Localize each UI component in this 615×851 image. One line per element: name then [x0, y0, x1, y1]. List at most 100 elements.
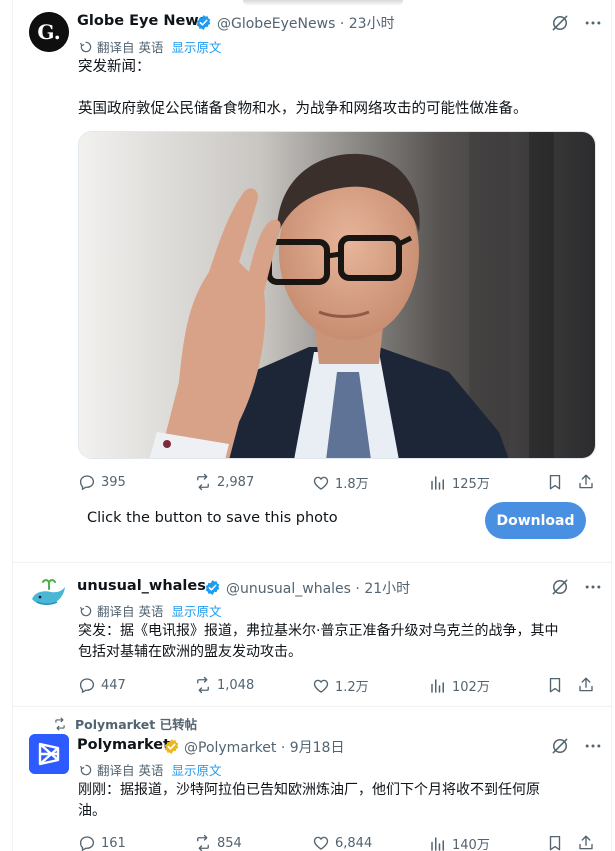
- tweet-text-line: 包括对基辅在欧洲的盟友发动攻击。: [78, 644, 302, 660]
- views-icon: [431, 475, 444, 490]
- verified-badge-icon: [164, 739, 179, 754]
- divider: [13, 562, 613, 563]
- grok-icon[interactable]: [550, 13, 570, 33]
- bookmark-button[interactable]: [546, 676, 564, 694]
- repost-count: 854: [217, 835, 242, 851]
- repost-indicator: Polymarket 已转帖: [53, 714, 197, 733]
- reply-icon: [79, 836, 95, 851]
- share-button[interactable]: [577, 676, 595, 694]
- repost-icon: [197, 676, 209, 694]
- like-button[interactable]: 1.8万: [312, 473, 369, 492]
- grok-icon[interactable]: [550, 577, 570, 597]
- share-icon: [579, 677, 593, 692]
- views-count: 125万: [452, 477, 490, 492]
- whale-logo-icon: [29, 575, 69, 615]
- save-photo-prompt: Click the button to save this photo: [87, 510, 338, 526]
- timestamp[interactable]: 21小时: [364, 581, 410, 597]
- tweet-actions: 447 1,048 1.2万 102万: [13, 676, 613, 696]
- avatar[interactable]: [29, 734, 69, 774]
- like-count: 1.2万: [335, 680, 369, 695]
- share-button[interactable]: [577, 834, 595, 851]
- show-original-link[interactable]: 显示原文: [171, 601, 221, 620]
- grok-icon[interactable]: [550, 736, 570, 756]
- reply-button[interactable]: 447: [78, 676, 126, 694]
- like-button[interactable]: 6,844: [312, 834, 372, 851]
- share-button[interactable]: [577, 473, 595, 491]
- author-name[interactable]: Polymarket: [77, 737, 170, 753]
- author-name[interactable]: unusual_whales: [77, 578, 206, 594]
- repost-icon: [55, 717, 65, 730]
- tweet-actions: 161 854 6,844 140万: [13, 834, 613, 851]
- like-icon: [313, 679, 329, 693]
- author-handle[interactable]: @Polymarket: [184, 740, 276, 756]
- repost-icon: [197, 473, 209, 491]
- tweet-text: 刚刚：据报道，沙特阿拉伯已告知欧洲炼油厂，他们下个月将收不到任何原 油。: [78, 780, 540, 822]
- tweet-text-line: 刚刚：据报道，沙特阿拉伯已告知欧洲炼油厂，他们下个月将收不到任何原: [78, 782, 540, 798]
- views-count: 140万: [452, 838, 490, 851]
- download-button[interactable]: Download: [485, 502, 586, 539]
- translated-from-label: 翻译自 英语: [97, 40, 164, 55]
- more-options-icon[interactable]: [583, 577, 603, 597]
- scroll-shadow: [243, 0, 403, 6]
- avatar[interactable]: G.: [29, 12, 69, 52]
- tweet-text: 突发：据《电讯报》报道，弗拉基米尔·普京正准备升级对乌克兰的战争，其中 包括对基…: [78, 621, 558, 663]
- reply-count: 447: [101, 677, 126, 693]
- timeline-feed: G. Globe Eye News @GlobeEyeNews · 23小时 翻…: [12, 0, 613, 851]
- polymarket-logo-icon: [29, 734, 69, 774]
- views-icon: [431, 836, 444, 851]
- bookmark-button[interactable]: [546, 834, 564, 851]
- like-button[interactable]: 1.2万: [312, 676, 369, 695]
- tweet-text-line: 英国政府敦促公民储备食物和水，为战争和网络攻击的可能性做准备。: [78, 101, 528, 117]
- bookmark-icon: [549, 677, 561, 693]
- bookmark-button[interactable]: [546, 473, 564, 491]
- author-handle[interactable]: @GlobeEyeNews: [217, 16, 335, 32]
- divider: [13, 706, 613, 707]
- tweet-text-line: 油。: [78, 803, 106, 819]
- translate-icon: [80, 764, 92, 775]
- avatar[interactable]: [29, 575, 69, 615]
- verified-badge-icon: [196, 15, 211, 30]
- show-original-link[interactable]: 显示原文: [171, 760, 221, 779]
- repost-button[interactable]: 1,048: [194, 676, 254, 694]
- show-original-link[interactable]: 显示原文: [171, 37, 221, 56]
- like-count: 1.8万: [335, 477, 369, 492]
- more-options-icon[interactable]: [583, 736, 603, 756]
- repost-button[interactable]: 854: [194, 834, 242, 851]
- translate-icon: [80, 605, 92, 616]
- repost-count: 2,987: [217, 474, 255, 490]
- separator: ·: [339, 16, 345, 32]
- share-icon: [579, 474, 593, 489]
- photo-man-glasses: [79, 132, 595, 458]
- reply-button[interactable]: 395: [78, 473, 126, 491]
- views-button[interactable]: 140万: [429, 834, 490, 851]
- reply-icon: [79, 475, 95, 491]
- tweet-actions: 395 2,987 1.8万 125万: [13, 473, 613, 493]
- repost-button[interactable]: 2,987: [194, 473, 254, 491]
- translated-from-label: 翻译自 英语: [97, 604, 164, 619]
- reply-count: 395: [101, 474, 126, 490]
- globe-eye-logo-icon: G.: [29, 12, 69, 52]
- views-count: 102万: [452, 680, 490, 695]
- tweet-text-line: 突发新闻：: [78, 59, 151, 75]
- svg-text:G.: G.: [37, 20, 60, 44]
- author-name[interactable]: Globe Eye News: [77, 13, 207, 29]
- repost-icon: [197, 834, 209, 851]
- reply-count: 161: [101, 835, 126, 851]
- more-options-icon[interactable]: [583, 13, 603, 33]
- views-icon: [431, 678, 444, 693]
- reply-button[interactable]: 161: [78, 834, 126, 851]
- author-handle[interactable]: @unusual_whales: [226, 581, 351, 597]
- tweet-photo[interactable]: [78, 131, 596, 459]
- timestamp[interactable]: 23小时: [349, 16, 395, 32]
- views-button[interactable]: 125万: [429, 473, 490, 492]
- reposted-by-label[interactable]: Polymarket 已转帖: [75, 714, 197, 733]
- like-icon: [313, 836, 329, 850]
- views-button[interactable]: 102万: [429, 676, 490, 695]
- repost-count: 1,048: [217, 677, 255, 693]
- verified-badge-icon: [205, 580, 220, 595]
- timestamp[interactable]: 9月18日: [290, 740, 345, 756]
- translated-from-label: 翻译自 英语: [97, 763, 164, 778]
- separator: ·: [355, 581, 360, 597]
- tweet-text-line: 突发：据《电讯报》报道，弗拉基米尔·普京正准备升级对乌克兰的战争，其中: [78, 623, 559, 639]
- bookmark-icon: [549, 474, 561, 490]
